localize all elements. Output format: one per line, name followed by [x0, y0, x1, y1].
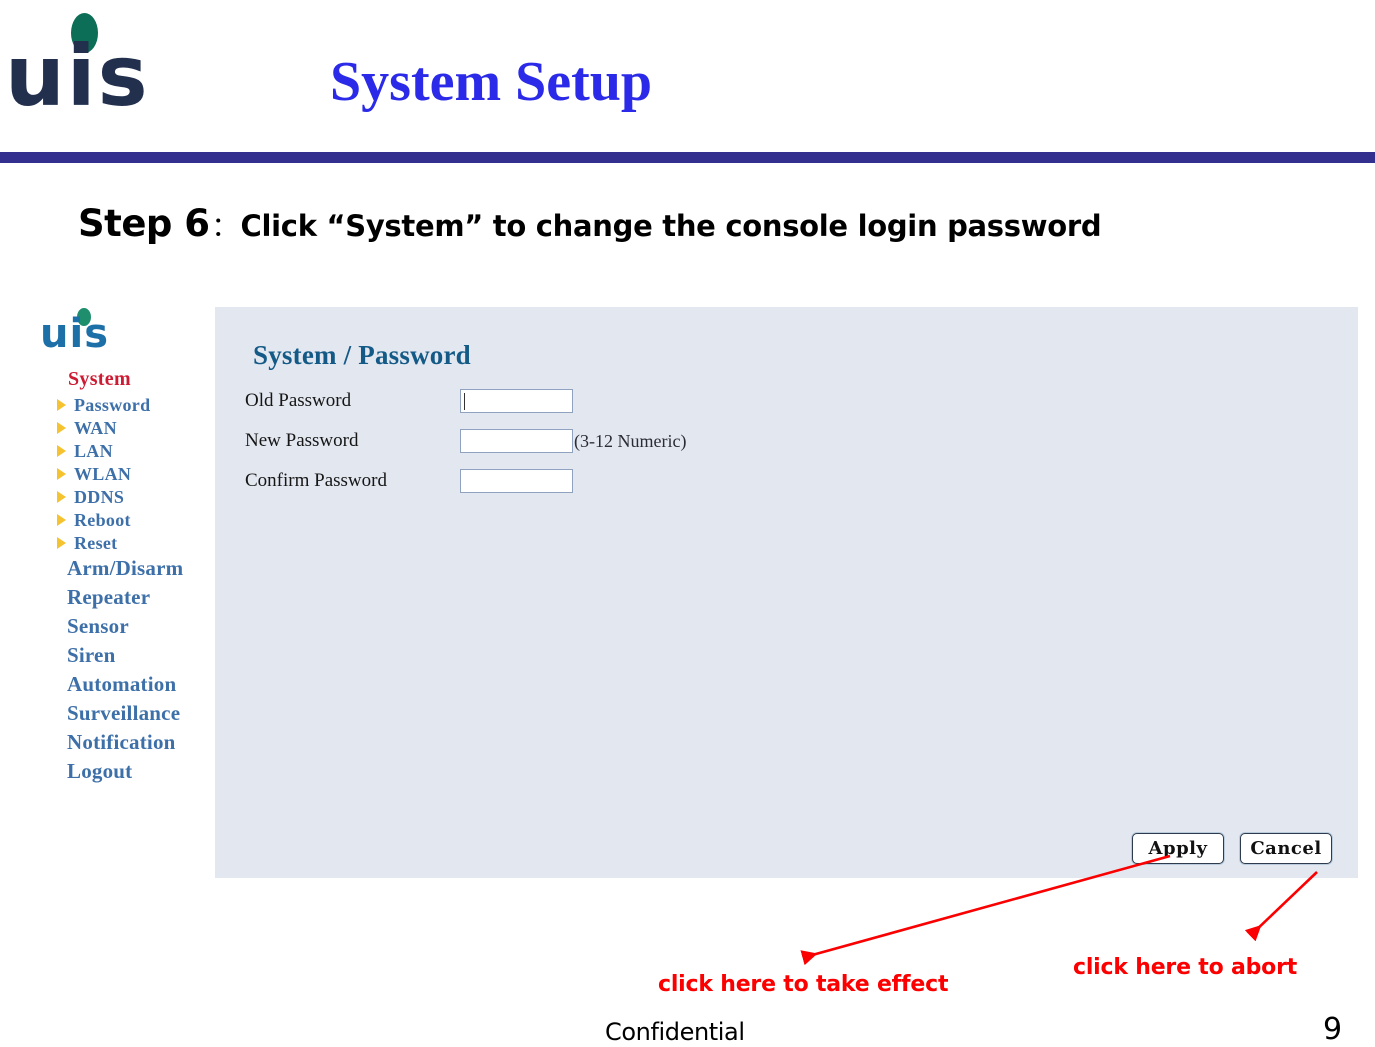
annotation-cancel-label: click here to abort	[1073, 955, 1298, 980]
new-password-input[interactable]	[460, 429, 573, 453]
step-colon: ：	[211, 212, 239, 243]
uis-brand-logo: uis	[5, 6, 165, 126]
triangle-right-icon	[57, 399, 66, 411]
new-password-hint: (3-12 Numeric)	[574, 430, 687, 451]
sidebar-item-arm-disarm[interactable]: Arm/Disarm	[67, 555, 210, 582]
step-number-label: Step 6	[78, 202, 210, 245]
text-caret	[464, 393, 465, 410]
panel-button-bar: Apply Cancel	[1132, 833, 1332, 864]
sidebar-item-reboot[interactable]: Reboot	[57, 509, 210, 531]
step-instruction: Step 6：Click “System” to change the cons…	[78, 202, 1102, 245]
form-row-old-password: Old Password	[245, 387, 573, 415]
sidebar-heading-system: System	[68, 368, 131, 390]
sidebar-item-label: LAN	[74, 440, 113, 461]
sidebar-item-ddns[interactable]: DDNS	[57, 486, 210, 508]
triangle-right-icon	[57, 445, 66, 457]
form-row-new-password: New Password (3-12 Numeric)	[245, 427, 686, 455]
brand-logo-text: uis	[5, 27, 150, 125]
step-description: Click “System” to change the console log…	[240, 209, 1102, 243]
sidebar-item-wan[interactable]: WAN	[57, 417, 210, 439]
sidebar-item-logout[interactable]: Logout	[67, 758, 210, 785]
sidebar-item-repeater[interactable]: Repeater	[67, 584, 210, 611]
old-password-input[interactable]	[460, 389, 573, 413]
confirm-password-input[interactable]	[460, 469, 573, 493]
new-password-label: New Password	[245, 430, 359, 451]
footer-confidential-label: Confidential	[605, 1018, 745, 1046]
footer-page-number: 9	[1323, 1012, 1343, 1047]
sidebar-item-siren[interactable]: Siren	[67, 642, 210, 669]
sidebar-item-label: DDNS	[74, 486, 125, 507]
sidebar-item-sensor[interactable]: Sensor	[67, 613, 210, 640]
apply-button[interactable]: Apply	[1132, 833, 1224, 864]
triangle-right-icon	[57, 422, 66, 434]
sidebar-item-label: WLAN	[74, 463, 132, 484]
router-logo-text: uis	[40, 311, 109, 357]
triangle-right-icon	[57, 514, 66, 526]
form-row-confirm-password: Confirm Password	[245, 467, 573, 495]
old-password-label: Old Password	[245, 390, 352, 411]
header-divider	[0, 152, 1375, 163]
sidebar-item-password[interactable]: Password	[57, 394, 210, 416]
router-content-panel: System / Password Old Password New Passw…	[215, 307, 1358, 878]
embedded-router-screenshot: uis System Password WAN LAN WLAN DDNS Re…	[0, 300, 1375, 890]
annotation-apply-label: click here to take effect	[658, 972, 949, 997]
router-sidebar: uis System Password WAN LAN WLAN DDNS Re…	[30, 308, 210, 787]
sidebar-item-label: Reboot	[74, 509, 131, 530]
sidebar-item-label: Password	[74, 394, 151, 415]
sidebar-item-lan[interactable]: LAN	[57, 440, 210, 462]
slide-header: uis System Setup	[0, 0, 1375, 163]
sidebar-item-label: WAN	[74, 417, 117, 438]
confirm-password-label: Confirm Password	[245, 470, 387, 491]
triangle-right-icon	[57, 491, 66, 503]
sidebar-item-notification[interactable]: Notification	[67, 729, 210, 756]
sidebar-item-label: Reset	[74, 532, 118, 553]
cancel-button[interactable]: Cancel	[1240, 833, 1332, 864]
router-logo: uis	[40, 308, 210, 360]
triangle-right-icon	[57, 468, 66, 480]
sidebar-item-automation[interactable]: Automation	[67, 671, 210, 698]
sidebar-item-surveillance[interactable]: Surveillance	[67, 700, 210, 727]
sidebar-item-wlan[interactable]: WLAN	[57, 463, 210, 485]
triangle-right-icon	[57, 537, 66, 549]
page-title: System Setup	[330, 51, 653, 113]
panel-heading: System / Password	[253, 340, 471, 370]
sidebar-item-reset[interactable]: Reset	[57, 532, 210, 554]
